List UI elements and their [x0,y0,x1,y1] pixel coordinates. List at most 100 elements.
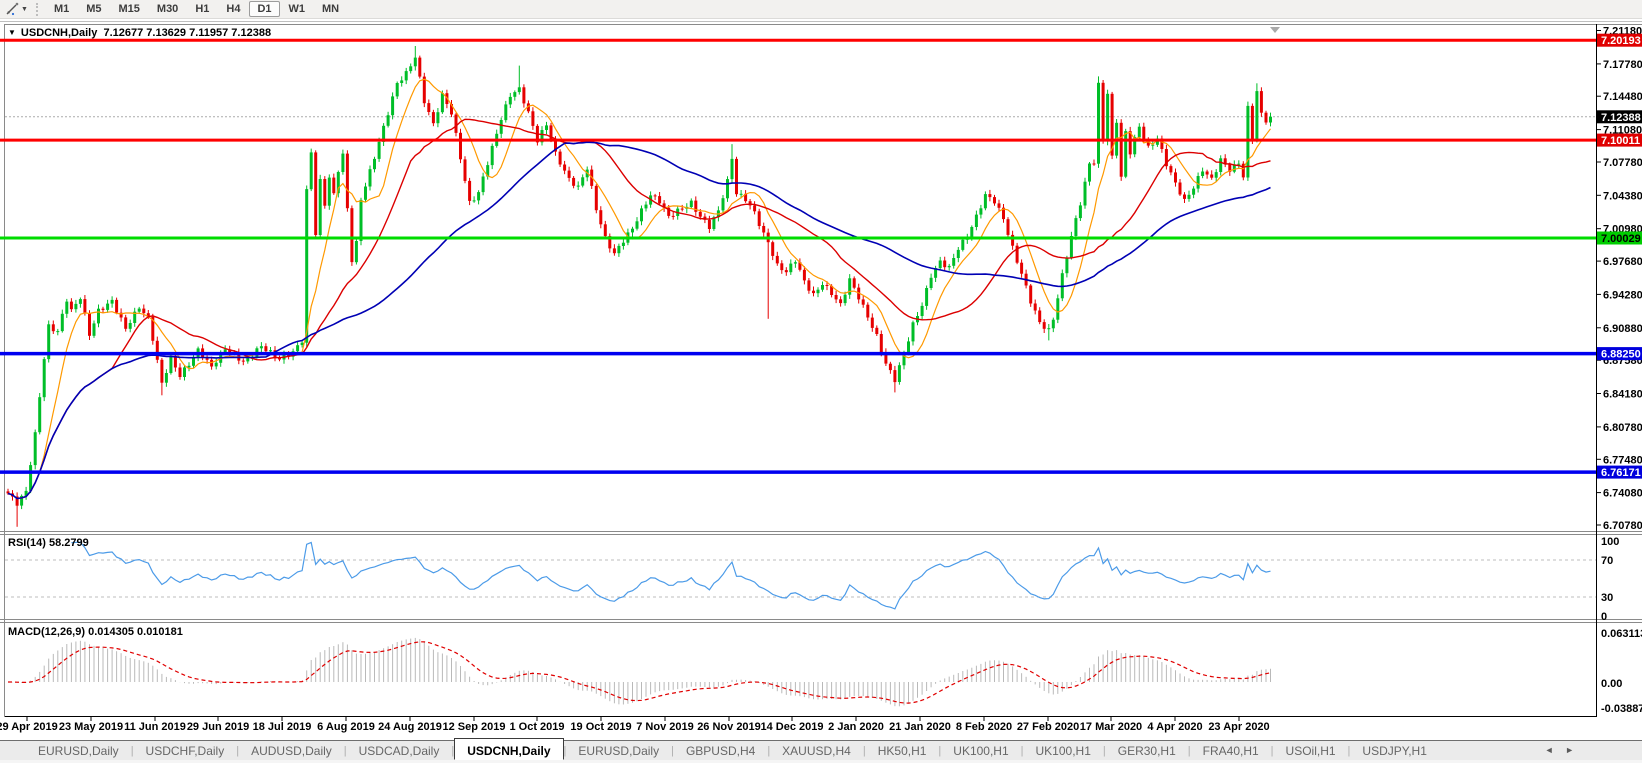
timeframe-button-m5[interactable]: M5 [78,1,109,17]
svg-text:7.00029: 7.00029 [1601,233,1641,245]
tab-scroll-arrows: ◄ ► [1536,745,1574,755]
svg-text:0.063113: 0.063113 [1601,628,1642,640]
rsi-axis-labels: 100 70 30 0 [1601,536,1619,623]
svg-text:7.14480: 7.14480 [1603,91,1642,103]
svg-text:70: 70 [1601,555,1613,567]
svg-text:7.17780: 7.17780 [1603,59,1642,71]
terminal-window: ▼ M1M5M15M30H1H4D1W1MN 7.211807.177807.1… [0,0,1642,763]
svg-text:-0.038872: -0.038872 [1601,703,1642,715]
macd-axis-labels: 0.063113 0.00 -0.038872 [1601,628,1642,715]
caret-down-icon[interactable]: ▼ [8,28,16,37]
svg-text:6.97680: 6.97680 [1603,256,1642,268]
svg-text:26 Nov 2019: 26 Nov 2019 [697,721,761,733]
svg-text:24 Aug 2019: 24 Aug 2019 [378,721,442,733]
price-axis: 7.211807.177807.144807.110807.077807.043… [1596,26,1642,533]
tab-usoil-h1[interactable]: USOil,H1 [1274,741,1348,760]
tab-eurusd-daily[interactable]: EURUSD,Daily [566,741,671,760]
timeframe-buttons: M1M5M15M30H1H4D1W1MN [46,1,348,17]
svg-text:6.76171: 6.76171 [1601,467,1641,479]
tab-audusd-daily[interactable]: AUDUSD,Daily [239,741,344,760]
svg-text:6.90880: 6.90880 [1603,323,1642,335]
svg-text:14 Dec 2019: 14 Dec 2019 [761,721,824,733]
svg-text:6 Aug 2019: 6 Aug 2019 [317,721,375,733]
svg-text:7.10011: 7.10011 [1601,135,1640,147]
rsi-indicator-label: RSI(14) 58.2799 [8,537,89,549]
svg-text:11 Jun 2019: 11 Jun 2019 [124,721,186,733]
moving-averages-layer [8,79,1271,498]
svg-text:0.00: 0.00 [1601,678,1622,690]
svg-text:23 Apr 2020: 23 Apr 2020 [1208,721,1269,733]
svg-text:6.70780: 6.70780 [1603,520,1642,532]
ma-fast-line [8,79,1271,498]
tab-uk100-h1[interactable]: UK100,H1 [1024,741,1103,760]
svg-text:12 Sep 2019: 12 Sep 2019 [443,721,506,733]
ma-mid-line [8,119,1271,498]
timeframe-button-h1[interactable]: H1 [187,1,217,17]
tab-usdcnh-daily[interactable]: USDCNH,Daily [454,738,563,760]
timeframe-button-h4[interactable]: H4 [218,1,248,17]
tab-hk50-h1[interactable]: HK50,H1 [866,741,939,760]
chart-symbol-label: USDCNH,Daily [21,27,97,39]
candles-layer [7,46,1273,527]
tab-ger30-h1[interactable]: GER30,H1 [1106,741,1188,760]
svg-text:7 Nov 2019: 7 Nov 2019 [636,721,693,733]
tab-usdcad-daily[interactable]: USDCAD,Daily [347,741,452,760]
chart-shift-marker-icon [1270,27,1280,33]
tab-usdjpy-h1[interactable]: USDJPY,H1 [1350,741,1438,760]
timeframe-toolbar: ▼ M1M5M15M30H1H4D1W1MN [0,0,1642,19]
svg-text:8 Feb 2020: 8 Feb 2020 [956,721,1012,733]
tab-uk100-h1[interactable]: UK100,H1 [941,741,1020,760]
panel-borders [0,22,1642,718]
svg-text:29 Jun 2019: 29 Jun 2019 [187,721,249,733]
chart-title: ▼ USDCNH,Daily 7.12677 7.13629 7.11957 7.… [8,27,271,39]
svg-text:7.12388: 7.12388 [1601,112,1641,124]
macd-indicator-label: MACD(12,26,9) 0.014305 0.010181 [8,626,183,638]
timeframe-button-mn[interactable]: MN [314,1,347,17]
chart-tab-bar: EURUSD,Daily|USDCHF,Daily|AUDUSD,Daily|U… [0,740,1642,760]
toolbar-separator [36,3,38,16]
tab-gbpusd-h4[interactable]: GBPUSD,H4 [674,741,767,760]
timeframe-button-m30[interactable]: M30 [149,1,186,17]
tab-scroll-right-icon[interactable]: ► [1565,745,1574,755]
tab-eurusd-daily[interactable]: EURUSD,Daily [26,741,131,760]
svg-text:23 May 2019: 23 May 2019 [59,721,123,733]
svg-text:4 Apr 2020: 4 Apr 2020 [1147,721,1202,733]
svg-text:1 Oct 2019: 1 Oct 2019 [509,721,564,733]
svg-text:6.74080: 6.74080 [1603,488,1642,500]
svg-text:6.84180: 6.84180 [1603,389,1642,401]
svg-text:0: 0 [1601,611,1607,623]
timeframe-button-m15[interactable]: M15 [111,1,148,17]
svg-text:6.80780: 6.80780 [1603,422,1642,434]
svg-text:100: 100 [1601,536,1619,548]
svg-text:18 Jul 2019: 18 Jul 2019 [253,721,312,733]
svg-text:7.07780: 7.07780 [1603,157,1642,169]
rsi-panel [5,542,1596,609]
svg-text:17 Mar 2020: 17 Mar 2020 [1080,721,1142,733]
svg-text:30: 30 [1601,592,1613,604]
tab-usdchf-daily[interactable]: USDCHF,Daily [134,741,237,760]
chart-ohlc-label: 7.12677 7.13629 7.11957 7.12388 [103,27,271,39]
horizontal-level-lines[interactable] [0,40,1596,472]
svg-text:7.20193: 7.20193 [1601,35,1641,47]
svg-text:6.77480: 6.77480 [1603,454,1642,466]
timeframe-button-w1[interactable]: W1 [281,1,314,17]
svg-text:29 Apr 2019: 29 Apr 2019 [0,721,58,733]
timeframe-button-m1[interactable]: M1 [46,1,77,17]
svg-text:27 Feb 2020: 27 Feb 2020 [1017,721,1079,733]
timeframe-button-d1[interactable]: D1 [249,1,279,17]
svg-text:6.94280: 6.94280 [1603,289,1642,301]
time-axis: 29 Apr 201923 May 201911 Jun 201929 Jun … [0,717,1270,733]
tab-scroll-left-icon[interactable]: ◄ [1545,745,1554,755]
chart-canvas[interactable]: 7.211807.177807.144807.110807.077807.043… [0,0,1642,763]
tab-fra40-h1[interactable]: FRA40,H1 [1191,741,1271,760]
svg-text:2 Jan 2020: 2 Jan 2020 [828,721,884,733]
svg-text:21 Jan 2020: 21 Jan 2020 [889,721,951,733]
svg-text:19 Oct 2019: 19 Oct 2019 [570,721,631,733]
caret-down-icon[interactable]: ▼ [21,6,28,13]
tab-xauusd-h4[interactable]: XAUUSD,H4 [770,741,863,760]
ma-slow-line [8,142,1271,498]
trendline-tool-icon[interactable] [4,2,20,16]
svg-text:7.04380: 7.04380 [1603,190,1642,202]
macd-panel [8,638,1271,706]
svg-text:6.88250: 6.88250 [1601,349,1641,361]
